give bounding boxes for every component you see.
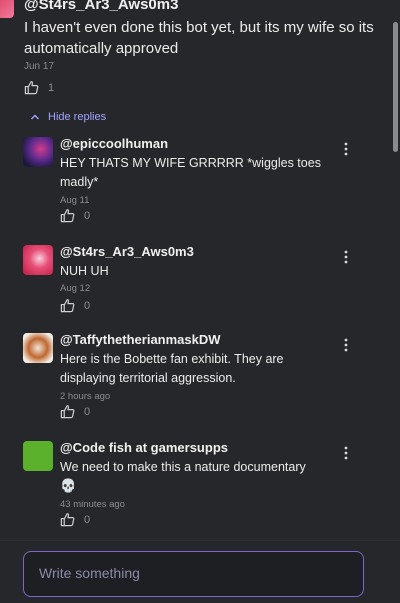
like-count: 0 [84, 299, 91, 312]
reply-author[interactable]: @Code fish at gamersupps [60, 440, 228, 455]
reply-date: Aug 11 [60, 195, 90, 206]
reply-text: We need to make this a nature documentar… [60, 458, 332, 496]
reply-date: 43 minutes ago [60, 499, 125, 510]
thumbs-up-icon [60, 299, 75, 313]
thumbs-up-icon [60, 405, 75, 419]
avatar[interactable] [23, 333, 53, 363]
avatar[interactable] [0, 0, 14, 18]
hide-replies-button[interactable]: Hide replies [30, 111, 106, 123]
divider [0, 540, 400, 541]
more-options-icon[interactable] [340, 445, 352, 461]
reply-text: NUH UH [60, 264, 109, 278]
thumbs-up-icon [60, 513, 75, 527]
like-count: 1 [48, 81, 55, 94]
thumbs-up-icon [60, 209, 75, 223]
like-button[interactable]: 0 [60, 404, 90, 419]
reply-text-body: We need to make this a nature documentar… [60, 460, 306, 474]
reply-author[interactable]: @St4rs_Ar3_Aws0m3 [60, 244, 194, 259]
avatar[interactable] [23, 137, 53, 167]
hide-replies-label: Hide replies [48, 111, 107, 123]
like-button[interactable]: 0 [60, 298, 90, 313]
skull-emoji: 💀 [60, 479, 77, 494]
reply-author[interactable]: @epiccoolhuman [60, 136, 168, 151]
comment-input[interactable] [39, 565, 348, 581]
reply-text: Here is the Bobette fan exhibit. They ar… [60, 352, 284, 385]
reply-author[interactable]: @TaffythetherianmaskDW [60, 332, 221, 347]
more-options-icon[interactable] [340, 337, 352, 353]
thumbs-up-icon [24, 81, 39, 95]
comment-text: I haven't even done this bot yet, but it… [24, 19, 374, 57]
like-count: 0 [84, 209, 91, 222]
comment-author[interactable]: @St4rs_Ar3_Aws0m3 [24, 0, 178, 13]
scrollbar[interactable] [393, 22, 398, 152]
more-options-icon[interactable] [340, 141, 352, 157]
avatar[interactable] [23, 441, 53, 471]
reply-date: 2 hours ago [60, 391, 111, 402]
like-button[interactable]: 0 [60, 512, 90, 527]
chevron-up-icon [31, 114, 39, 120]
like-button[interactable]: 1 [24, 80, 54, 95]
like-count: 0 [84, 405, 91, 418]
like-button[interactable]: 0 [60, 208, 90, 223]
reply-date: Aug 12 [60, 283, 91, 294]
avatar[interactable] [23, 245, 53, 275]
reply-text: HEY THATS MY WIFE GRRRRR *wiggles toes m… [60, 156, 321, 189]
comment-date: Jun 17 [24, 61, 55, 72]
comment-composer[interactable] [23, 551, 364, 597]
more-options-icon[interactable] [340, 249, 352, 265]
like-count: 0 [84, 513, 91, 526]
